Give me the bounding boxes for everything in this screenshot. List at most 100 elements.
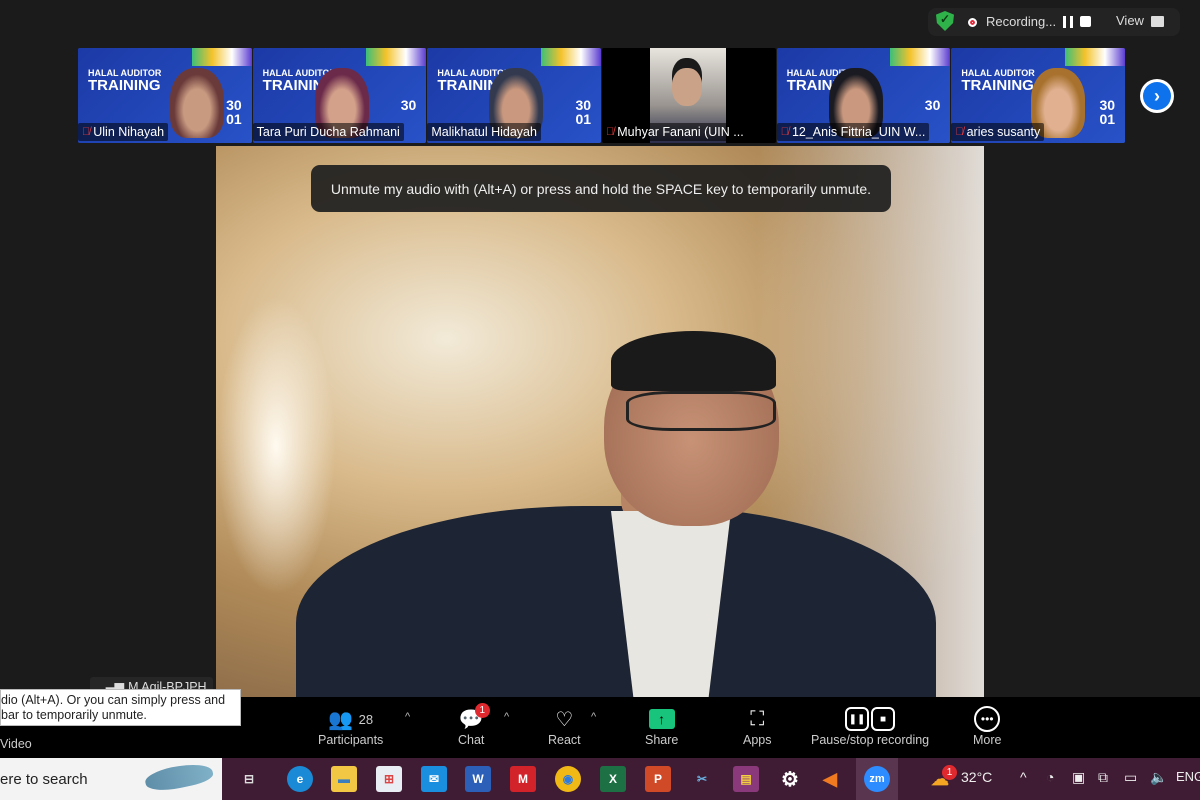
more-button[interactable]: ••• More bbox=[973, 705, 1001, 747]
recording-label: Recording... bbox=[986, 14, 1057, 29]
recording-dot-icon bbox=[968, 18, 977, 27]
participants-button[interactable]: 👥 28 Participants bbox=[318, 705, 384, 748]
more-label: More bbox=[973, 733, 1002, 747]
glasses bbox=[626, 391, 776, 431]
participant-name-label: 🎙̸ 12_Anis Fittria_UIN W... bbox=[776, 123, 930, 141]
banner-logo: HALAL AUDITOR TRAINING bbox=[88, 68, 162, 94]
next-page-button[interactable]: › bbox=[1140, 79, 1174, 113]
muted-mic-icon: 🎙̸ bbox=[955, 126, 964, 138]
file-explorer-icon[interactable]: ▬ bbox=[331, 766, 357, 792]
chrome-icon[interactable]: ◉ bbox=[555, 766, 581, 792]
taskbar-search-box[interactable]: ere to search bbox=[0, 758, 222, 800]
unmute-tooltip: dio (Alt+A). Or you can simply press and… bbox=[0, 689, 241, 726]
participant-name-label: 🎙̸ Muhyar Fanani (UIN ... bbox=[602, 123, 748, 141]
muted-mic-icon: 🎙̸ bbox=[606, 126, 615, 138]
banner-date: 30 01 bbox=[575, 97, 592, 127]
search-placeholder: ere to search bbox=[0, 770, 88, 788]
chat-options-caret-icon[interactable]: ^ bbox=[504, 711, 509, 723]
winrar-icon[interactable]: ▤ bbox=[733, 766, 759, 792]
banner-date: 30 01 bbox=[226, 97, 242, 127]
chevron-right-icon: › bbox=[1143, 82, 1171, 110]
weather-badge: 1 bbox=[942, 765, 957, 780]
excel-icon[interactable]: X bbox=[600, 766, 626, 792]
mendeley-icon[interactable]: M bbox=[510, 766, 536, 792]
banner-decoration bbox=[366, 48, 427, 66]
participant-tile[interactable]: HALAL AUDITOR TRAINING 30 01 Malikhatul Hi… bbox=[427, 48, 602, 143]
edge-icon[interactable]: e bbox=[287, 766, 313, 792]
share-screen-icon: ↑ bbox=[648, 709, 675, 729]
banner-decoration bbox=[890, 48, 951, 66]
react-button[interactable]: ♡ React bbox=[548, 705, 581, 748]
participants-options-caret-icon[interactable]: ^ bbox=[405, 711, 410, 723]
chat-button[interactable]: 💬 1 Chat bbox=[458, 703, 490, 747]
participant-tile[interactable]: HALAL AUDITOR TRAINING 30 01 🎙̸ aries susan… bbox=[951, 48, 1126, 143]
camera-icon[interactable]: ▣ bbox=[1072, 769, 1085, 786]
pause-recording-icon[interactable] bbox=[1063, 16, 1073, 28]
participant-name-label: 🎙̸ aries susanty bbox=[951, 123, 1045, 141]
store-icon[interactable]: ⊞ bbox=[376, 766, 402, 792]
gallery-strip: HALAL AUDITOR TRAINING 30 01 🎙̸ Ulin Nihaya… bbox=[78, 48, 1126, 144]
banner-date: 30 01 bbox=[1099, 97, 1116, 127]
participants-icon: 👥 bbox=[328, 708, 354, 731]
unmute-hint-toast: Unmute my audio with (Alt+A) or press an… bbox=[311, 165, 891, 212]
share-button[interactable]: ↑ Share bbox=[645, 705, 678, 747]
pause-stop-recording-button[interactable]: ❚❚ ■ Pause/stop recording bbox=[811, 705, 929, 747]
recording-status-bar: Recording... View bbox=[928, 8, 1180, 36]
language-indicator[interactable]: ENG bbox=[1176, 769, 1200, 784]
wifi-icon[interactable]: ◔ bbox=[1046, 769, 1054, 785]
word-icon[interactable]: W bbox=[465, 766, 491, 792]
banner-decoration bbox=[541, 48, 602, 66]
gallery-view-icon[interactable] bbox=[1151, 16, 1164, 27]
participant-name-label: Malikhatul Hidayah bbox=[427, 123, 541, 141]
snipping-tool-icon[interactable]: ✂ bbox=[689, 766, 715, 792]
banner-date: 30 bbox=[924, 97, 941, 113]
battery-icon[interactable]: ▭ bbox=[1124, 769, 1137, 786]
chat-label: Chat bbox=[458, 733, 485, 747]
task-view-icon[interactable]: ⊟ bbox=[236, 766, 262, 792]
apps-icon: ⛶ bbox=[750, 707, 765, 730]
participant-tile[interactable]: HALAL AUDITOR TRAINING 30 Tara Puri Ducha… bbox=[252, 48, 427, 143]
heart-icon: ♡ bbox=[555, 708, 574, 731]
volume-icon[interactable]: 🔈 bbox=[1150, 769, 1167, 786]
participant-name-label: 🎙̸ Ulin Nihayah bbox=[78, 123, 169, 141]
apps-button[interactable]: ⛶ Apps bbox=[743, 705, 772, 748]
more-icon: ••• bbox=[974, 706, 1001, 732]
muted-mic-icon: 🎙̸ bbox=[82, 126, 91, 138]
banner-decoration bbox=[1065, 48, 1126, 66]
powerpoint-icon[interactable]: P bbox=[645, 766, 671, 792]
banner-logo: HALAL AUDITOR TRAINING bbox=[961, 68, 1035, 94]
participant-tile[interactable]: HALAL AUDITOR TRAINING 30 🎙̸ 12_Anis Fittr… bbox=[776, 48, 951, 143]
active-speaker-video bbox=[216, 146, 984, 697]
participants-count: 28 bbox=[358, 711, 374, 727]
pause-icon: ❚❚ bbox=[845, 707, 870, 731]
vlc-icon[interactable]: ◀ bbox=[817, 766, 843, 792]
participant-name-label: Tara Puri Ducha Rahmani bbox=[252, 123, 404, 141]
recording-control-label: Pause/stop recording bbox=[811, 733, 930, 747]
stop-icon: ■ bbox=[871, 707, 896, 731]
stop-recording-icon[interactable] bbox=[1080, 16, 1091, 27]
react-label: React bbox=[548, 733, 581, 747]
display-icon[interactable]: ⧉ bbox=[1098, 769, 1108, 786]
settings-icon[interactable]: ⚙ bbox=[777, 766, 803, 792]
share-label: Share bbox=[645, 733, 679, 747]
show-hidden-icons-icon[interactable]: ^ bbox=[1020, 769, 1027, 785]
participant-tile[interactable]: HALAL AUDITOR TRAINING 30 01 🎙̸ Ulin Nihaya… bbox=[78, 48, 252, 143]
react-options-caret-icon[interactable]: ^ bbox=[591, 711, 596, 723]
zoom-icon[interactable]: zm bbox=[864, 766, 890, 792]
security-shield-icon[interactable] bbox=[936, 11, 954, 31]
muted-mic-icon: 🎙̸ bbox=[780, 126, 789, 138]
chat-unread-badge: 1 bbox=[474, 703, 490, 718]
participant-video bbox=[170, 68, 224, 138]
windows-taskbar: ere to search ⊟ e ▬ ⊞ ✉ W M ◉ X P ✂ ▤ ⚙ … bbox=[0, 758, 1200, 800]
temperature[interactable]: 32°C bbox=[961, 769, 992, 785]
top-bar: Recording... View bbox=[0, 0, 1200, 46]
banner-decoration bbox=[191, 48, 252, 66]
video-button-label[interactable]: Video bbox=[0, 737, 32, 751]
search-highlight-whale-shark-icon bbox=[143, 759, 215, 795]
participant-tile[interactable]: 🎙̸ Muhyar Fanani (UIN ... bbox=[602, 48, 776, 143]
participants-label: Participants bbox=[318, 733, 384, 747]
mail-icon[interactable]: ✉ bbox=[421, 766, 447, 792]
banner-date: 30 bbox=[400, 97, 417, 113]
apps-label: Apps bbox=[743, 733, 772, 747]
view-button[interactable]: View bbox=[1116, 13, 1144, 28]
